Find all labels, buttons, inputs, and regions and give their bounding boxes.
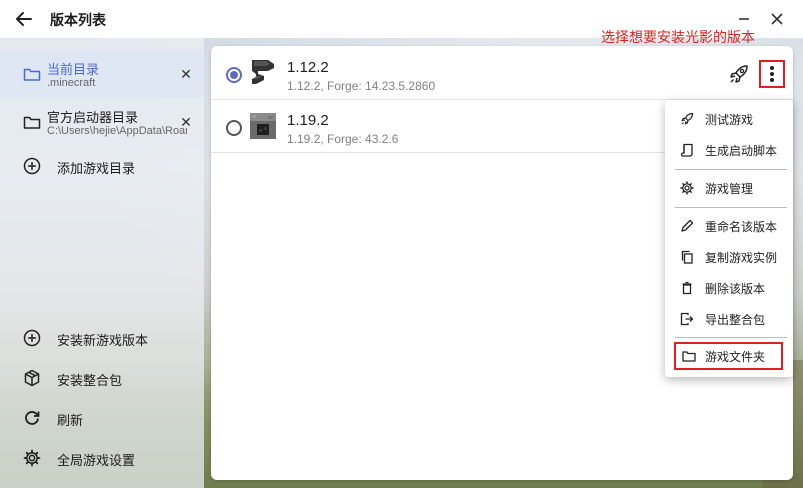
version-desc: 1.19.2, Forge: 43.2.6 bbox=[287, 132, 399, 146]
package-icon bbox=[22, 368, 42, 388]
back-arrow-icon[interactable] bbox=[12, 7, 36, 31]
menu-divider bbox=[675, 337, 787, 338]
sidebar-item-official-dir[interactable]: 官方启动器目录 C:\Users\hejie\AppData\Roaming\.… bbox=[0, 98, 204, 146]
menu-item-label: 删除该版本 bbox=[705, 281, 766, 296]
refresh-label: 刷新 bbox=[57, 413, 84, 428]
add-game-dir-label: 添加游戏目录 bbox=[57, 161, 136, 176]
version-radio[interactable] bbox=[226, 67, 242, 83]
gear-icon bbox=[680, 181, 694, 195]
forge-anvil-icon bbox=[249, 58, 277, 88]
menu-item-label: 复制游戏实例 bbox=[705, 250, 778, 265]
close-window-icon[interactable] bbox=[765, 7, 789, 31]
menu-item-label: 测试游戏 bbox=[705, 112, 754, 127]
add-circle-icon bbox=[22, 328, 42, 348]
menu-item-label: 游戏管理 bbox=[705, 181, 754, 196]
version-name: 1.12.2 bbox=[287, 59, 329, 76]
menu-item-delete[interactable]: 删除该版本 bbox=[665, 274, 793, 302]
sidebar-item-label: 官方启动器目录 bbox=[47, 110, 139, 125]
window-title: 版本列表 bbox=[50, 12, 106, 28]
menu-item-label: 游戏文件夹 bbox=[705, 349, 766, 364]
folder-icon bbox=[682, 349, 696, 363]
sidebar-item-path: .minecraft bbox=[47, 77, 96, 89]
sidebar-item-current-dir[interactable]: 当前目录 .minecraft ✕ bbox=[0, 50, 204, 98]
menu-divider bbox=[675, 169, 787, 170]
add-circle-icon bbox=[22, 156, 42, 176]
menu-item-game-management[interactable]: 游戏管理 bbox=[665, 174, 793, 202]
gear-icon bbox=[22, 448, 42, 468]
global-settings-label: 全局游戏设置 bbox=[57, 453, 136, 468]
menu-item-rename[interactable]: 重命名该版本 bbox=[665, 212, 793, 240]
menu-divider bbox=[675, 207, 787, 208]
furnace-block-icon bbox=[249, 111, 277, 141]
version-name: 1.19.2 bbox=[287, 112, 329, 129]
version-desc: 1.12.2, Forge: 14.23.5.2860 bbox=[287, 79, 436, 93]
refresh-icon bbox=[22, 408, 42, 428]
rocket-icon[interactable] bbox=[727, 62, 751, 86]
add-game-dir-button[interactable]: 添加游戏目录 bbox=[0, 144, 204, 192]
trash-icon bbox=[680, 281, 694, 295]
sidebar-item-label: 当前目录 bbox=[47, 62, 100, 77]
menu-item-label: 导出整合包 bbox=[705, 312, 766, 327]
menu-item-label: 重命名该版本 bbox=[705, 219, 778, 234]
menu-item-duplicate[interactable]: 复制游戏实例 bbox=[665, 243, 793, 271]
sidebar-item-path: C:\Users\hejie\AppData\Roaming\.minecraf… bbox=[47, 125, 187, 137]
menu-item-label: 生成启动脚本 bbox=[705, 143, 778, 158]
annotation-text: 选择想要安装光影的版本 bbox=[601, 29, 755, 45]
version-context-menu: 测试游戏 生成启动脚本 游戏管理 重命名该版本 复制游戏实例 删除该版本 导出整… bbox=[665, 100, 793, 377]
script-icon bbox=[680, 143, 694, 157]
menu-item-export-modpack[interactable]: 导出整合包 bbox=[665, 305, 793, 333]
remove-dir-icon[interactable]: ✕ bbox=[178, 66, 194, 82]
export-icon bbox=[680, 312, 694, 326]
copy-icon bbox=[680, 250, 694, 264]
global-settings-button[interactable]: 全局游戏设置 bbox=[0, 436, 204, 484]
remove-dir-icon[interactable]: ✕ bbox=[178, 114, 194, 130]
install-new-version-label: 安装新游戏版本 bbox=[57, 333, 149, 348]
menu-item-game-folder[interactable]: 游戏文件夹 bbox=[674, 342, 783, 370]
menu-item-test-game[interactable]: 测试游戏 bbox=[665, 105, 793, 133]
version-row[interactable]: 1.12.2 1.12.2, Forge: 14.23.5.2860 bbox=[211, 48, 793, 100]
folder-icon bbox=[23, 65, 41, 83]
install-modpack-label: 安装整合包 bbox=[57, 373, 123, 388]
more-options-icon[interactable] bbox=[759, 60, 785, 88]
menu-item-generate-script[interactable]: 生成启动脚本 bbox=[665, 136, 793, 164]
version-radio[interactable] bbox=[226, 120, 242, 136]
pencil-icon bbox=[680, 219, 694, 233]
folder-icon bbox=[23, 113, 41, 131]
rocket-icon bbox=[680, 112, 694, 126]
sidebar: 当前目录 .minecraft ✕ 官方启动器目录 C:\Users\hejie… bbox=[0, 38, 204, 488]
